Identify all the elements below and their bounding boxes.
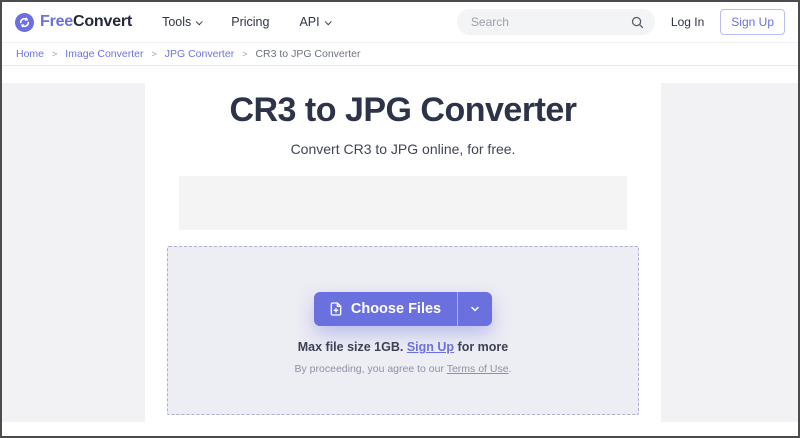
left-gutter [2,83,145,422]
breadcrumb-home[interactable]: Home [16,48,44,60]
choose-files-main[interactable]: Choose Files [314,292,457,326]
terms-suffix: . [508,363,512,375]
file-drop-zone[interactable]: Choose Files Max file size 1GB. Sign Up … [167,246,639,415]
login-link[interactable]: Log In [671,15,704,29]
nav-item-pricing[interactable]: Pricing [231,15,269,29]
freeconvert-logo[interactable]: FreeConvert [15,12,133,32]
main-nav: Tools Pricing API [162,15,332,29]
header-right: Log In Sign Up [456,9,785,35]
nav-tools-label: Tools [162,15,192,29]
chevron-down-icon [195,17,203,25]
top-header: FreeConvert Tools Pricing API Search Log… [2,2,798,43]
choose-files-dropdown[interactable] [458,292,492,326]
choose-files-button[interactable]: Choose Files [313,292,493,326]
converter-section: CR3 to JPG Converter Convert CR3 to JPG … [145,66,661,415]
nav-item-api[interactable]: API [299,15,332,29]
page-title: CR3 to JPG Converter [229,91,577,129]
breadcrumb-jpg-converter[interactable]: JPG Converter [165,48,234,60]
nav-item-tools[interactable]: Tools [162,15,203,29]
signup-button[interactable]: Sign Up [720,9,785,35]
max-size-suffix: for more [457,340,509,354]
terms-of-use-link[interactable]: Terms of Use [447,363,509,375]
chevron-down-icon [324,17,332,25]
right-gutter [661,83,798,422]
search-box[interactable] [456,9,655,35]
sync-circle-icon [15,12,34,32]
breadcrumb-separator: > [151,49,157,59]
file-plus-icon [330,302,342,316]
breadcrumb-separator: > [52,49,58,59]
breadcrumb-current-page: CR3 to JPG Converter [255,48,361,60]
freeconvert-page: FreeConvert Tools Pricing API Search Log… [0,0,800,438]
terms-text: By proceeding, you agree to our Terms of… [295,363,512,375]
breadcrumb: Home > Image Converter > JPG Converter >… [2,43,798,66]
page-subtitle: Convert CR3 to JPG online, for free. [290,141,516,157]
nav-pricing-label: Pricing [231,15,270,29]
choose-files-label: Choose Files [350,301,442,317]
ad-placeholder [179,176,627,230]
max-file-size-text: Max file size 1GB. Sign Up for more [298,340,509,354]
signup-for-more-link[interactable]: Sign Up [407,340,454,354]
chevron-down-icon [471,306,479,312]
breadcrumb-image-converter[interactable]: Image Converter [65,48,143,60]
max-size-prefix: Max file size 1GB. [297,340,404,354]
terms-prefix: By proceeding, you agree to our [294,363,444,375]
nav-api-label: API [299,15,320,29]
main-content: CR3 to JPG Converter Convert CR3 to JPG … [2,66,798,436]
search-input[interactable] [470,15,630,29]
search-icon[interactable] [630,15,645,30]
logo-wordmark: FreeConvert [40,13,133,30]
breadcrumb-separator: > [242,49,248,59]
